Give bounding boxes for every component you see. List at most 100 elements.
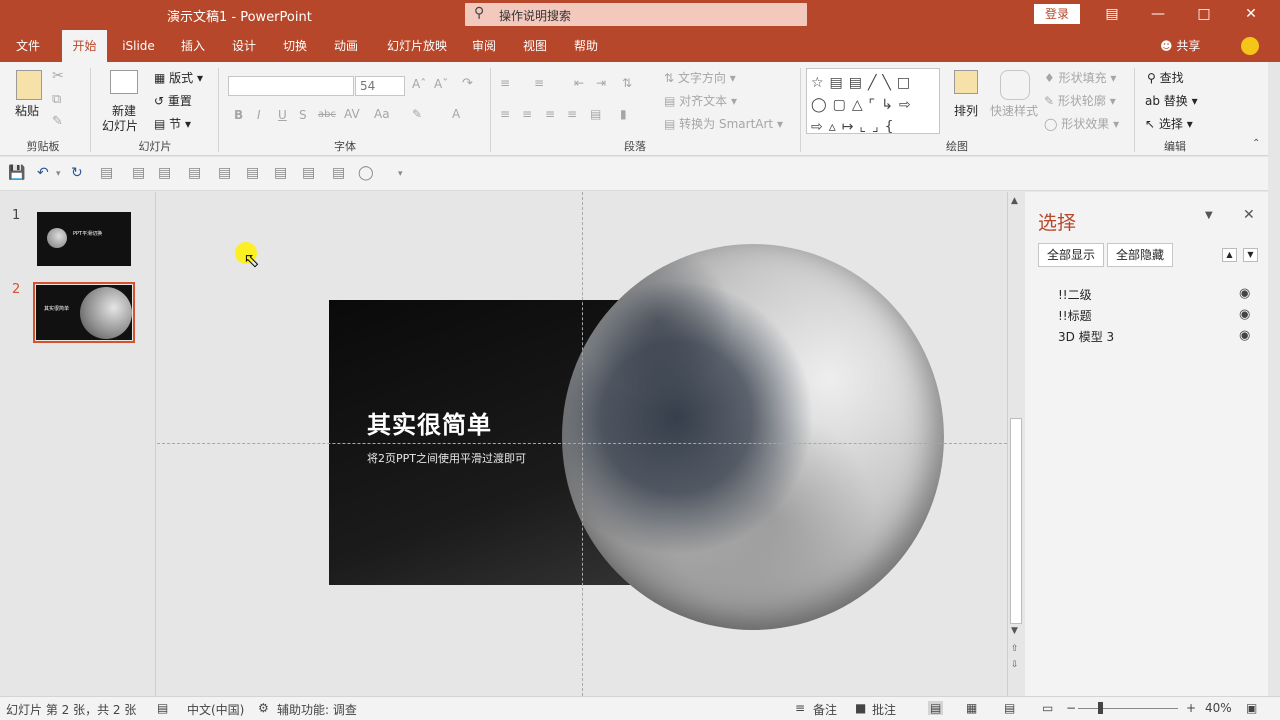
tab-view[interactable]: 视图 bbox=[513, 30, 557, 62]
show-all-button[interactable]: 全部显示 bbox=[1038, 243, 1104, 267]
copy-icon[interactable]: ⧉ bbox=[52, 92, 61, 107]
text-direction-button[interactable]: ⇅ 文字方向 ▾ bbox=[664, 69, 736, 86]
zoom-slider-knob[interactable] bbox=[1098, 702, 1103, 714]
visibility-eye-icon[interactable]: ◉ bbox=[1239, 307, 1250, 322]
fit-to-window-icon[interactable]: ▣ bbox=[1246, 701, 1257, 715]
char-spacing-icon[interactable]: AV bbox=[344, 107, 360, 121]
zoom-level[interactable]: 40% bbox=[1205, 701, 1232, 715]
shadow-icon[interactable]: S bbox=[299, 108, 307, 122]
columns-icon[interactable]: ▮ bbox=[620, 107, 627, 121]
slide-subtitle[interactable]: 将2页PPT之间使用平滑过渡即可 bbox=[367, 450, 526, 466]
slideshow-view-icon[interactable]: ▭ bbox=[1042, 701, 1053, 715]
login-button[interactable]: 登录 bbox=[1034, 4, 1080, 24]
tab-help[interactable]: 帮助 bbox=[564, 30, 608, 62]
highlight-icon[interactable]: ✎ bbox=[412, 107, 422, 121]
decrease-indent-icon[interactable]: ⇤ bbox=[574, 76, 584, 90]
save-icon[interactable]: 💾 bbox=[8, 165, 25, 181]
quick-styles-icon[interactable] bbox=[1000, 70, 1030, 100]
align-middle-objects-icon[interactable]: ▤ bbox=[246, 165, 259, 181]
slide-thumbnail-2[interactable]: 其实很简单 bbox=[33, 282, 135, 343]
notes-icon[interactable]: ≡ bbox=[795, 701, 805, 715]
shape-effects-button[interactable]: ◯ 形状效果 ▾ bbox=[1044, 115, 1119, 132]
align-bottom-objects-icon[interactable]: ▤ bbox=[274, 165, 287, 181]
visibility-eye-icon[interactable]: ◉ bbox=[1239, 286, 1250, 301]
align-top-objects-icon[interactable]: ▤ bbox=[218, 165, 231, 181]
align-left-icon[interactable]: ≡ bbox=[500, 107, 510, 121]
line-spacing-icon[interactable]: ⇅ bbox=[622, 76, 632, 90]
section-button[interactable]: ▤ 节 ▾ bbox=[154, 115, 191, 132]
redo-icon[interactable]: ↻ bbox=[71, 165, 83, 181]
maximize-button[interactable]: □ bbox=[1194, 4, 1214, 24]
bring-forward-icon[interactable]: ▲ bbox=[1222, 248, 1237, 262]
align-left-objects-icon[interactable]: ▤ bbox=[132, 165, 145, 181]
align-text-button[interactable]: ▤ 对齐文本 ▾ bbox=[664, 92, 737, 109]
italic-icon[interactable]: I bbox=[257, 108, 261, 122]
smartart-button[interactable]: ▤ 转换为 SmartArt ▾ bbox=[664, 115, 783, 132]
accessibility-status[interactable]: 辅助功能: 调查 bbox=[277, 701, 357, 718]
tab-slideshow[interactable]: 幻灯片放映 bbox=[380, 30, 454, 62]
feedback-smiley-icon[interactable] bbox=[1241, 37, 1259, 55]
strikethrough-icon[interactable]: abc bbox=[318, 109, 336, 120]
font-color-icon[interactable]: A bbox=[452, 107, 460, 121]
align-right-objects-icon[interactable]: ▤ bbox=[188, 165, 201, 181]
accessibility-icon[interactable]: ⚙ bbox=[258, 701, 269, 715]
cut-icon[interactable]: ✂ bbox=[52, 68, 64, 84]
reset-button[interactable]: ↺ 重置 bbox=[154, 92, 192, 109]
select-button[interactable]: ↖ 选择 ▾ bbox=[1145, 115, 1193, 132]
tab-islide[interactable]: iSlide bbox=[116, 30, 161, 62]
next-slide-icon[interactable]: ⇩ bbox=[1011, 660, 1019, 670]
bold-icon[interactable]: B bbox=[234, 108, 243, 122]
undo-icon[interactable]: ↶ bbox=[37, 165, 49, 181]
format-painter-icon[interactable]: ✎ bbox=[52, 114, 63, 129]
tell-me-search[interactable]: ⚲ 操作说明搜索 bbox=[465, 3, 807, 26]
slide-title[interactable]: 其实很简单 bbox=[367, 405, 492, 440]
underline-icon[interactable]: U bbox=[278, 108, 287, 122]
arrange-button[interactable]: 排列 bbox=[954, 102, 978, 119]
zoom-slider[interactable] bbox=[1078, 708, 1178, 709]
minimize-button[interactable]: — bbox=[1148, 4, 1168, 24]
zoom-in-icon[interactable]: + bbox=[1186, 701, 1196, 715]
quick-styles-button[interactable]: 快速样式 bbox=[990, 102, 1038, 119]
shape-outline-button[interactable]: ✎ 形状轮廓 ▾ bbox=[1044, 92, 1116, 109]
slide-thumbnail-1[interactable]: PPT平滑切换 bbox=[37, 212, 131, 266]
reading-view-icon[interactable]: ▤ bbox=[1004, 701, 1015, 715]
previous-slide-icon[interactable]: ⇧ bbox=[1011, 644, 1019, 654]
language-status[interactable]: 中文(中国) bbox=[187, 701, 244, 718]
pane-close-icon[interactable]: ✕ bbox=[1243, 207, 1255, 223]
tab-insert[interactable]: 插入 bbox=[171, 30, 215, 62]
tab-transitions[interactable]: 切换 bbox=[273, 30, 317, 62]
slide-editing-canvas[interactable]: 其实很简单 将2页PPT之间使用平滑过渡即可 ⬁ bbox=[157, 192, 1007, 696]
notes-button[interactable]: 备注 bbox=[813, 701, 837, 718]
paste-button[interactable]: 粘贴 bbox=[15, 102, 39, 119]
grow-font-icon[interactable]: Aˆ bbox=[412, 77, 426, 91]
close-button[interactable]: ✕ bbox=[1241, 4, 1261, 24]
visibility-eye-icon[interactable]: ◉ bbox=[1239, 328, 1250, 343]
ribbon-display-icon[interactable]: ▤ bbox=[1102, 4, 1122, 24]
selection-item[interactable]: !!标题 bbox=[1058, 307, 1092, 324]
shapes-gallery[interactable]: ☆▤▤╱╲□ ◯▢△⌜↳⇨ ⇨▵↦⌞⌟{ bbox=[806, 68, 940, 135]
increase-indent-icon[interactable]: ⇥ bbox=[596, 76, 606, 90]
font-size-input[interactable]: 54 bbox=[355, 76, 405, 96]
distributed-icon[interactable]: ▤ bbox=[590, 107, 601, 121]
align-center-objects-icon[interactable]: ▤ bbox=[158, 165, 171, 181]
send-backward-icon[interactable]: ▼ bbox=[1243, 248, 1258, 262]
arrange-icon[interactable] bbox=[954, 70, 978, 94]
selection-item[interactable]: 3D 模型 3 bbox=[1058, 328, 1114, 345]
distribute-h-icon[interactable]: ▤ bbox=[302, 165, 315, 181]
scroll-down-icon[interactable]: ▼ bbox=[1011, 626, 1018, 636]
pane-options-icon[interactable]: ▼ bbox=[1205, 210, 1213, 221]
justify-icon[interactable]: ≡ bbox=[567, 107, 577, 121]
change-case-icon[interactable]: Aa bbox=[374, 107, 390, 121]
tab-animations[interactable]: 动画 bbox=[324, 30, 368, 62]
slide-sorter-icon[interactable]: ▦ bbox=[966, 701, 977, 715]
scrollbar-thumb[interactable] bbox=[1010, 418, 1022, 624]
share-button[interactable]: ☻ 共享 bbox=[1160, 30, 1200, 62]
tab-design[interactable]: 设计 bbox=[222, 30, 266, 62]
selection-item[interactable]: !!二级 bbox=[1058, 286, 1092, 303]
new-slide-icon[interactable] bbox=[110, 70, 138, 94]
undo-dropdown-icon[interactable]: ▾ bbox=[56, 169, 61, 179]
find-button[interactable]: ⚲ 查找 bbox=[1147, 69, 1184, 86]
tab-file[interactable]: 文件 bbox=[6, 30, 50, 62]
align-right-icon[interactable]: ≡ bbox=[545, 107, 555, 121]
shrink-font-icon[interactable]: Aˇ bbox=[434, 77, 448, 91]
